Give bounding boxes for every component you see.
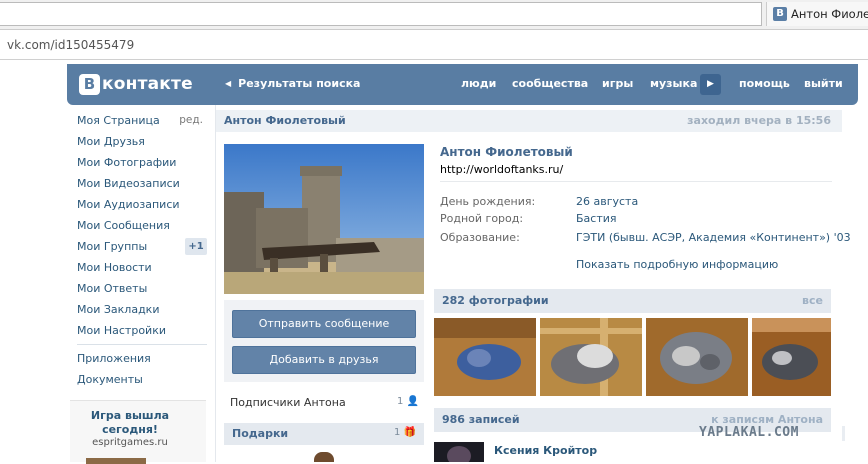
sidebar-item-audio[interactable]: Мои Аудиозаписи xyxy=(77,194,207,215)
info-divider xyxy=(440,181,832,182)
sidebar-item-messages[interactable]: Мои Сообщения xyxy=(77,215,207,236)
browser-tab-strip: В Антон Фиолетовый xyxy=(0,0,868,30)
post-author-avatar[interactable] xyxy=(434,442,484,462)
back-to-search-link[interactable]: ◀ Результаты поиска xyxy=(225,77,360,90)
subscribers-count: 1 👤 xyxy=(397,396,419,407)
name-bar-title: Антон Фиолетовый xyxy=(224,114,346,127)
sidebar-item-friends[interactable]: Мои Друзья xyxy=(77,131,207,152)
send-message-button[interactable]: Отправить сообщение xyxy=(232,310,416,338)
ad-domain: espritgames.ru xyxy=(92,437,168,448)
subscribers-count-value: 1 xyxy=(397,396,404,407)
back-to-search-label: Результаты поиска xyxy=(238,77,361,90)
sidebar-item-groups[interactable]: Мои Группы +1 xyxy=(77,236,207,257)
hometown-value[interactable]: Бастия xyxy=(576,212,617,225)
show-more-info-link[interactable]: Показать подробную информацию xyxy=(576,258,778,271)
photo-thumb[interactable] xyxy=(752,318,831,396)
music-play-icon[interactable]: ▶ xyxy=(700,74,721,95)
photo-thumb[interactable] xyxy=(540,318,642,396)
last-seen: заходил вчера в 15:56 xyxy=(687,114,831,127)
address-bar-url: vk.com/id150455479 xyxy=(7,38,135,52)
sidebar-ad[interactable]: Игра вышла сегодня! espritgames.ru xyxy=(70,400,206,464)
gifts-count: 1 🎁 xyxy=(394,427,416,438)
profile-photo[interactable] xyxy=(224,144,424,294)
gift-thumbnail[interactable] xyxy=(314,452,334,462)
watermark: YAPLAKAL.COM xyxy=(695,425,845,441)
site-header: В контакте ◀ Результаты поиска люди сообщ… xyxy=(67,64,858,105)
nav-logout[interactable]: выйти xyxy=(804,77,843,90)
sidebar-item-bookmarks[interactable]: Мои Закладки xyxy=(77,299,207,320)
add-friend-button[interactable]: Добавить в друзья xyxy=(232,346,416,374)
vk-favicon-icon: В xyxy=(773,7,787,21)
photos-all-link[interactable]: все xyxy=(802,294,823,307)
post-author-name[interactable]: Ксения Кройтор xyxy=(494,444,597,457)
nav-people[interactable]: люди xyxy=(461,77,496,90)
browser-search-box[interactable] xyxy=(0,2,762,26)
browser-tab[interactable]: В Антон Фиолетовый xyxy=(766,2,868,26)
sidebar-item-photos[interactable]: Мои Фотографии xyxy=(77,152,207,173)
subscribers-link[interactable]: Подписчики Антона xyxy=(230,396,346,409)
ad-image xyxy=(86,458,146,464)
groups-badge: +1 xyxy=(185,238,207,255)
wall-count: 986 записей xyxy=(442,413,520,426)
gifts-count-value: 1 xyxy=(393,427,401,438)
nav-music[interactable]: музыка xyxy=(650,77,697,90)
nav-help[interactable]: помощь xyxy=(739,77,790,90)
hometown-label: Родной город: xyxy=(440,212,524,225)
photo-thumb[interactable] xyxy=(646,318,748,396)
person-icon: 👤 xyxy=(406,396,420,407)
sidebar-item-news[interactable]: Мои Новости xyxy=(77,257,207,278)
photos-count: 282 фотографии xyxy=(442,294,549,307)
nav-communities[interactable]: сообщества xyxy=(512,77,588,90)
sidebar-item-videos[interactable]: Мои Видеозаписи xyxy=(77,173,207,194)
profile-name-bar: Антон Фиолетовый заходил вчера в 15:56 xyxy=(216,110,842,132)
profile-name: Антон Фиолетовый xyxy=(440,145,573,159)
birthday-value[interactable]: 26 августа xyxy=(576,195,638,208)
photos-section-header[interactable]: 282 фотографии все xyxy=(434,289,831,313)
education-label: Образование: xyxy=(440,231,520,244)
vk-logo[interactable]: В контакте xyxy=(79,73,193,95)
back-arrow-icon: ◀ xyxy=(225,79,232,88)
education-value[interactable]: ГЭТИ (бывш. АСЭР, Академия «Континент») … xyxy=(576,231,851,244)
vk-logo-letter: В xyxy=(79,73,100,95)
gift-icon: 🎁 xyxy=(403,427,416,438)
browser-tab-title: Антон Фиолетовый xyxy=(791,7,868,21)
birthday-label: День рождения: xyxy=(440,195,536,208)
nav-games[interactable]: игры xyxy=(602,77,633,90)
address-bar[interactable]: vk.com/id150455479 xyxy=(0,30,868,60)
profile-status[interactable]: http://worldoftanks.ru/ xyxy=(440,163,563,176)
sidebar-item-label: Моя Страница xyxy=(77,114,160,127)
sidebar-item-my-page[interactable]: Моя Страница ред. xyxy=(77,110,207,131)
sidebar-divider xyxy=(77,344,207,345)
photo-thumb[interactable] xyxy=(434,318,536,396)
sidebar-item-label: Мои Группы xyxy=(77,240,148,253)
sidebar-item-settings[interactable]: Мои Настройки xyxy=(77,320,207,341)
gifts-title: Подарки xyxy=(232,427,289,440)
sidebar-item-documents[interactable]: Документы xyxy=(77,369,207,390)
edit-link[interactable]: ред. xyxy=(179,110,203,131)
vk-logo-text: контакте xyxy=(102,74,193,94)
sidebar-item-answers[interactable]: Мои Ответы xyxy=(77,278,207,299)
gifts-bar[interactable]: Подарки 1 🎁 xyxy=(224,423,424,445)
ad-title: Игра вышла сегодня! xyxy=(90,409,170,436)
sidebar-item-apps[interactable]: Приложения xyxy=(77,348,207,369)
